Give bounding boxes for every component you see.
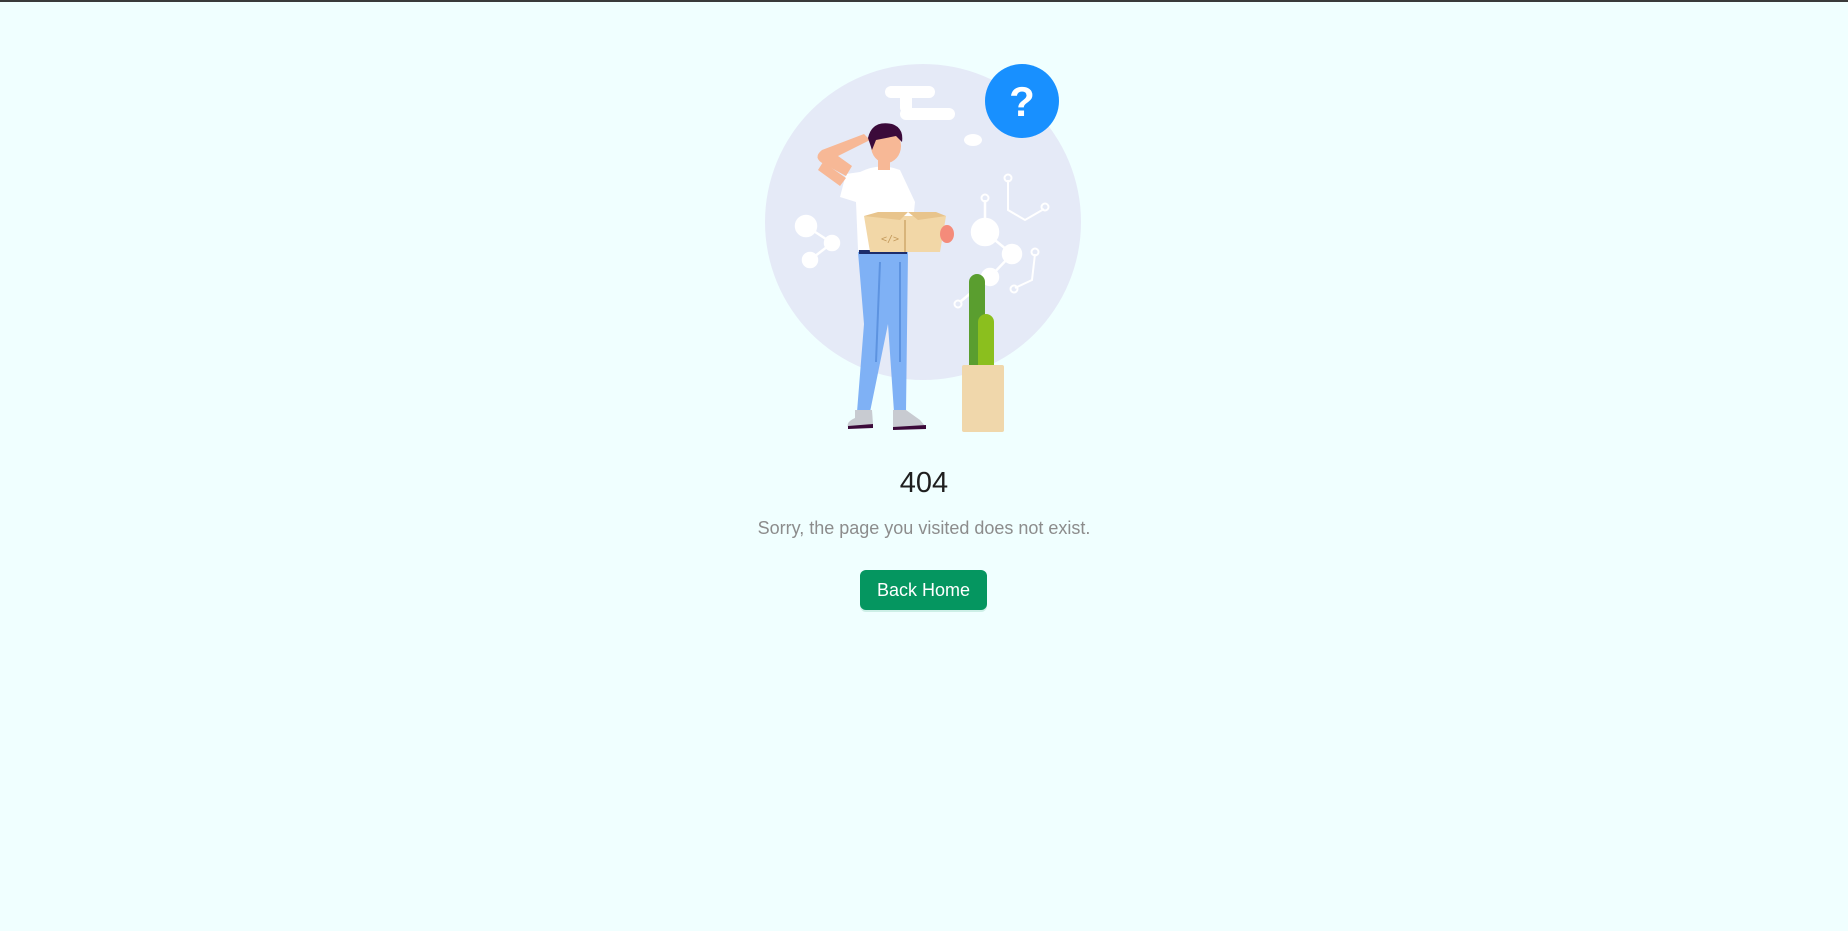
- not-found-illustration: ? </>: [760, 62, 1090, 438]
- code-box-icon: </>: [864, 212, 946, 252]
- question-bubble-icon: ?: [985, 64, 1059, 138]
- error-subtitle: Sorry, the page you visited does not exi…: [757, 518, 1091, 538]
- status-code-title: 404: [899, 467, 949, 499]
- back-home-button[interactable]: Back Home: [860, 570, 987, 610]
- question-mark: ?: [1009, 78, 1035, 125]
- page: ? </> 404 Sorry, the page you visited do…: [0, 0, 1848, 931]
- svg-text:</>: </>: [881, 234, 899, 245]
